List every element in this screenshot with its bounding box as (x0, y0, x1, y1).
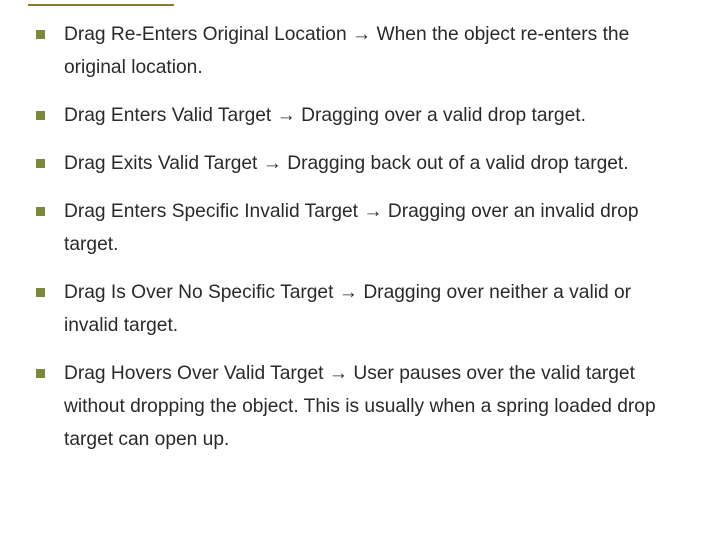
term: Drag Is Over No Specific Target (64, 282, 333, 303)
term: Drag Enters Specific Invalid Target (64, 201, 358, 222)
arrow-icon: → (339, 282, 358, 303)
list-item: Drag Re-Enters Original Location → When … (34, 18, 686, 84)
term: Drag Hovers Over Valid Target (64, 363, 324, 384)
term: Drag Re-Enters Original Location (64, 24, 347, 45)
square-bullet-icon (36, 288, 45, 297)
term: Drag Exits Valid Target (64, 153, 257, 174)
arrow-icon: → (263, 153, 282, 174)
bullet-list: Drag Re-Enters Original Location → When … (34, 18, 686, 456)
list-item: Drag Is Over No Specific Target → Draggi… (34, 276, 686, 342)
list-item: Drag Enters Specific Invalid Target → Dr… (34, 195, 686, 261)
arrow-icon: → (329, 363, 348, 384)
list-item: Drag Enters Valid Target → Dragging over… (34, 99, 686, 132)
list-item: Drag Exits Valid Target → Dragging back … (34, 147, 686, 180)
arrow-icon: → (352, 24, 371, 45)
description: Dragging over a valid drop target. (301, 105, 586, 126)
square-bullet-icon (36, 207, 45, 216)
term: Drag Enters Valid Target (64, 105, 271, 126)
square-bullet-icon (36, 159, 45, 168)
square-bullet-icon (36, 111, 45, 120)
top-rule (28, 4, 174, 6)
arrow-icon: → (363, 201, 382, 222)
arrow-icon: → (277, 105, 296, 126)
slide: Drag Re-Enters Original Location → When … (0, 0, 720, 540)
description: Dragging back out of a valid drop target… (287, 153, 628, 174)
list-item: Drag Hovers Over Valid Target → User pau… (34, 357, 686, 456)
square-bullet-icon (36, 369, 45, 378)
square-bullet-icon (36, 30, 45, 39)
